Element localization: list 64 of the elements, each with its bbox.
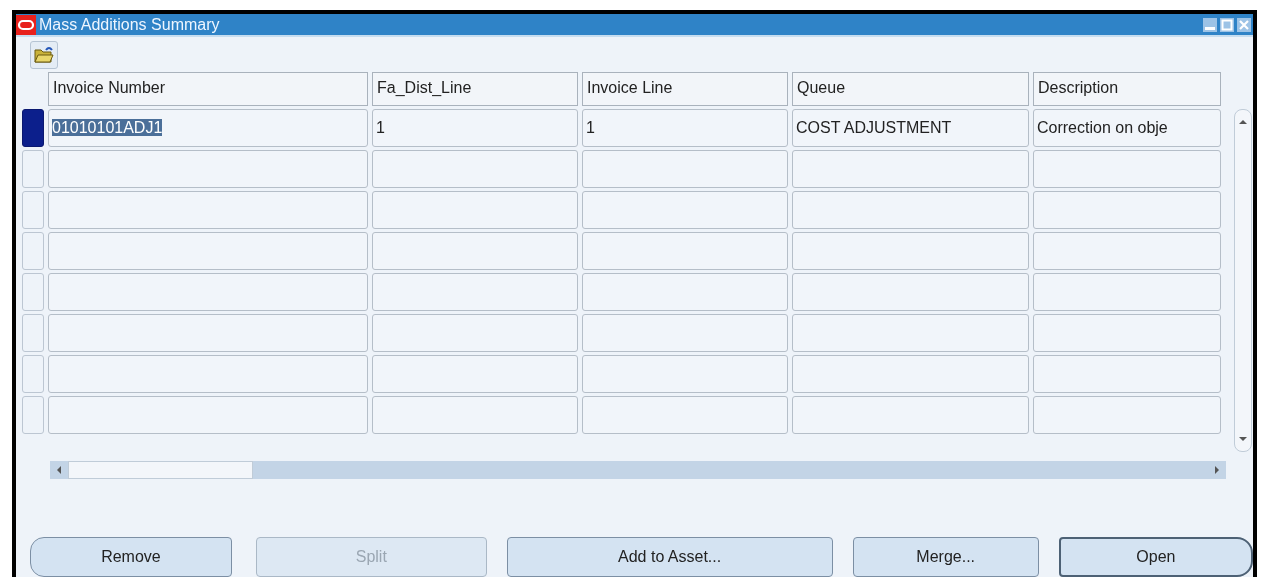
table-cell[interactable] (792, 150, 1029, 188)
left-arrow-icon[interactable] (55, 465, 63, 475)
table-cell[interactable] (372, 396, 578, 434)
table-cell[interactable] (1033, 314, 1221, 352)
table-cell[interactable] (582, 355, 788, 393)
table-cell[interactable] (792, 273, 1029, 311)
column-header[interactable]: Queue (792, 72, 1029, 106)
table-cell[interactable] (1033, 273, 1221, 311)
oracle-logo-icon (16, 14, 36, 35)
table-cell[interactable] (48, 273, 368, 311)
table-cell[interactable] (792, 314, 1029, 352)
column-header[interactable]: Description (1033, 72, 1221, 106)
table-cell[interactable]: COST ADJUSTMENT (792, 109, 1029, 147)
table-cell[interactable] (792, 191, 1029, 229)
table-cell[interactable]: Correction on obje (1033, 109, 1221, 147)
table-cell[interactable] (582, 150, 788, 188)
table-cell[interactable] (792, 396, 1029, 434)
right-arrow-icon[interactable] (1213, 465, 1221, 475)
table-cell[interactable] (582, 273, 788, 311)
selected-text: 01010101ADJ1 (52, 119, 163, 136)
table-cell[interactable] (582, 232, 788, 270)
close-icon[interactable] (1237, 17, 1251, 32)
down-arrow-icon[interactable] (1238, 435, 1248, 443)
action-button[interactable]: Merge... (852, 537, 1039, 577)
table-cell[interactable] (792, 232, 1029, 270)
table-cell[interactable] (48, 355, 368, 393)
column-header[interactable]: Fa_Dist_Line (372, 72, 578, 106)
action-button[interactable]: Open (1058, 537, 1253, 577)
table-cell[interactable]: 01010101ADJ1 (48, 109, 368, 147)
table-cell[interactable] (372, 191, 578, 229)
up-arrow-icon[interactable] (1238, 118, 1248, 126)
table-cell[interactable] (792, 355, 1029, 393)
table-cell[interactable] (372, 150, 578, 188)
table-cell[interactable] (1033, 191, 1221, 229)
table-cell[interactable] (372, 314, 578, 352)
table-cell[interactable] (582, 314, 788, 352)
vertical-scrollbar[interactable] (1234, 109, 1252, 452)
column-header[interactable]: Invoice Number (48, 72, 368, 106)
column-header[interactable]: Invoice Line (582, 72, 788, 106)
table-cell[interactable] (48, 191, 368, 229)
maximize-icon[interactable] (1220, 17, 1234, 32)
table-cell[interactable] (372, 232, 578, 270)
table-cell[interactable] (48, 232, 368, 270)
table-cell[interactable] (582, 396, 788, 434)
table-cell[interactable] (1033, 150, 1221, 188)
record-indicator[interactable] (22, 109, 44, 147)
minimize-icon[interactable] (1203, 17, 1217, 32)
table-cell[interactable] (582, 191, 788, 229)
horizontal-scrollbar[interactable] (50, 461, 1226, 479)
table-cell[interactable] (48, 150, 368, 188)
action-button[interactable]: Add to Asset... (506, 537, 833, 577)
table-cell[interactable] (1033, 396, 1221, 434)
window-title: Mass Additions Summary (39, 15, 221, 34)
table-cell[interactable] (1033, 355, 1221, 393)
table-cell[interactable] (1033, 232, 1221, 270)
table-cell[interactable]: 1 (582, 109, 788, 147)
action-button[interactable]: Remove (30, 537, 232, 577)
table-cell[interactable] (48, 314, 368, 352)
table-cell[interactable] (372, 355, 578, 393)
table-cell[interactable] (372, 273, 578, 311)
table-cell[interactable] (48, 396, 368, 434)
table-cell[interactable]: 1 (372, 109, 578, 147)
open-folder-button[interactable] (30, 41, 58, 69)
scrollbar-thumb[interactable] (68, 461, 253, 479)
